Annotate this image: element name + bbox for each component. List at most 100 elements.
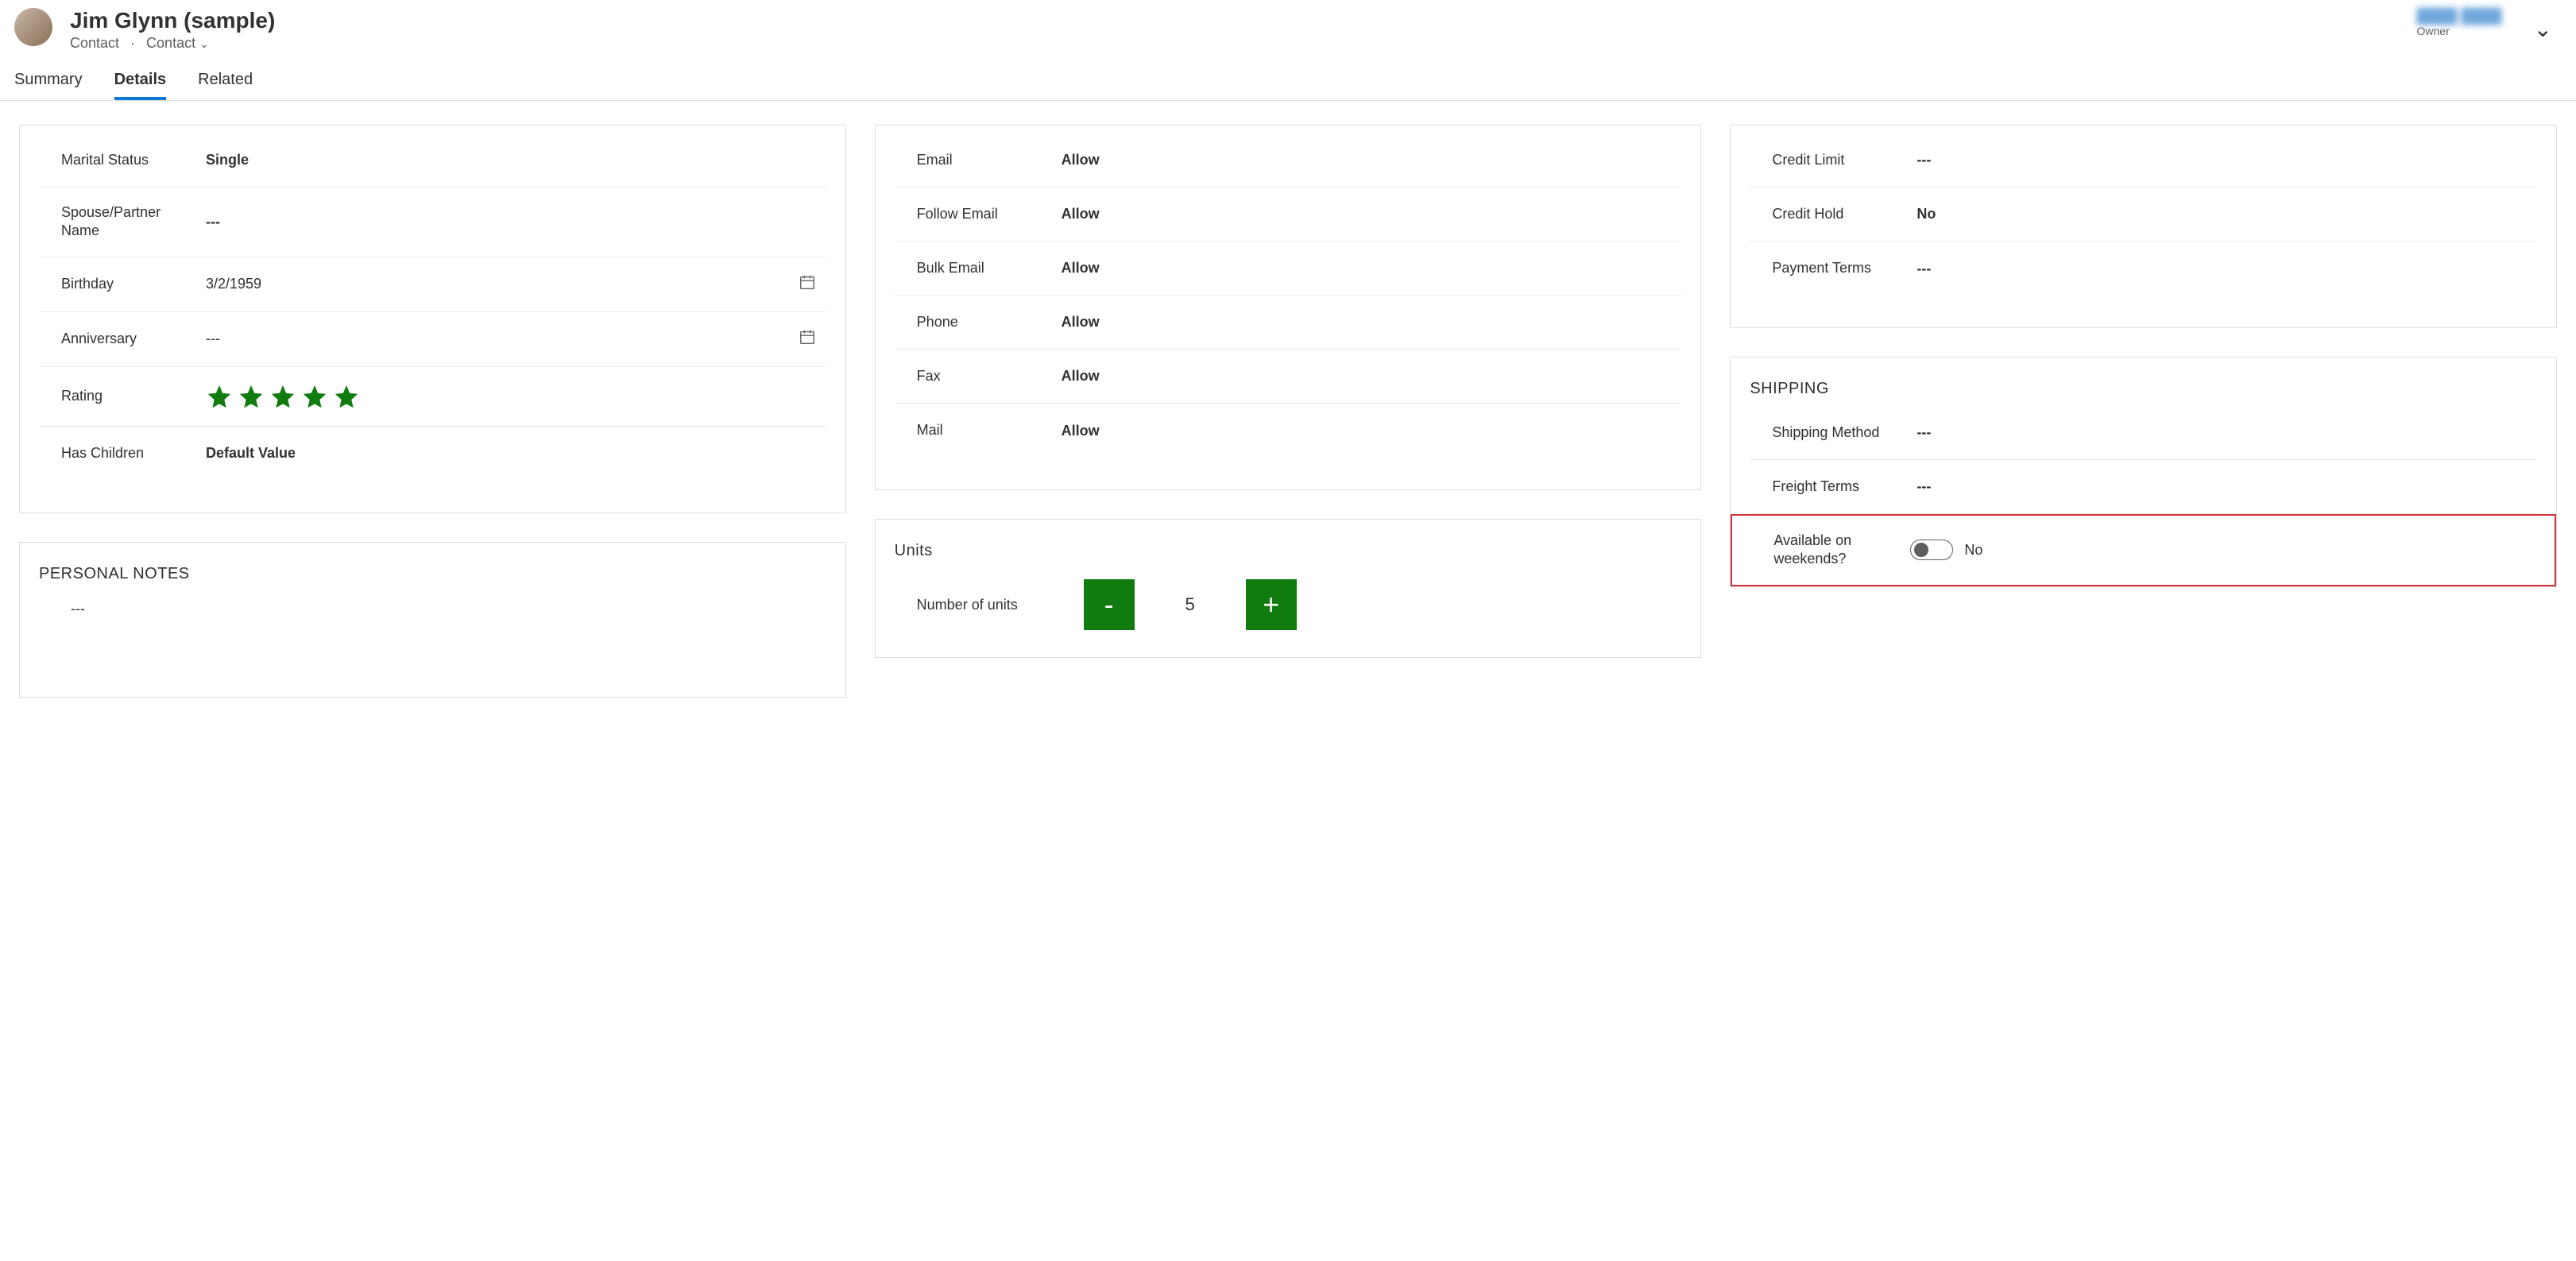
fax-label: Fax — [895, 367, 1054, 385]
form-selector[interactable]: Contact ⌄ — [146, 35, 209, 52]
units-increment-button[interactable]: + — [1246, 579, 1297, 630]
has-children-label: Has Children — [39, 444, 198, 462]
toggle-knob — [1914, 543, 1928, 557]
row-payment-terms[interactable]: Payment Terms --- — [1750, 242, 2537, 296]
units-stepper: - 5 + — [1084, 579, 1297, 630]
credit-limit-label: Credit Limit — [1750, 151, 1909, 169]
email-label: Email — [895, 151, 1054, 169]
row-fax[interactable]: Fax Allow — [895, 350, 1682, 404]
freight-terms-value: --- — [1909, 478, 2537, 495]
units-card: Units Number of units - 5 + — [875, 519, 1702, 658]
anniversary-label: Anniversary — [39, 330, 198, 348]
row-spouse[interactable]: Spouse/Partner Name --- — [39, 188, 826, 257]
personal-notes-card: PERSONAL NOTES --- — [19, 542, 846, 698]
row-has-children[interactable]: Has Children Default Value — [39, 427, 826, 481]
owner-label: Owner — [2417, 25, 2502, 37]
billing-card: Credit Limit --- Credit Hold No Payment … — [1730, 125, 2557, 328]
row-bulk-email[interactable]: Bulk Email Allow — [895, 242, 1682, 296]
credit-hold-value: No — [1909, 206, 2537, 222]
anniversary-value: --- — [198, 331, 788, 347]
row-phone[interactable]: Phone Allow — [895, 296, 1682, 350]
highlighted-row: Available on weekends? No — [1731, 514, 2556, 586]
owner-name-redacted: ████ ████ — [2417, 8, 2502, 25]
tab-related[interactable]: Related — [198, 71, 253, 100]
shipping-method-label: Shipping Method — [1750, 424, 1909, 442]
row-follow-email[interactable]: Follow Email Allow — [895, 188, 1682, 242]
weekends-label: Available on weekends? — [1751, 532, 1910, 569]
bulk-email-value: Allow — [1054, 260, 1682, 277]
birthday-value: 3/2/1959 — [198, 276, 788, 292]
tab-details[interactable]: Details — [114, 71, 167, 100]
star-icon[interactable] — [238, 383, 265, 410]
units-label: Number of units — [917, 597, 1084, 613]
follow-email-label: Follow Email — [895, 205, 1054, 223]
credit-hold-label: Credit Hold — [1750, 205, 1909, 223]
has-children-value: Default Value — [198, 445, 826, 462]
row-email[interactable]: Email Allow — [895, 133, 1682, 188]
credit-limit-value: --- — [1909, 152, 2537, 168]
entity-name: Contact — [70, 35, 119, 52]
row-available-weekends[interactable]: Available on weekends? No — [1751, 516, 2535, 585]
rating-label: Rating — [39, 387, 198, 405]
payment-terms-value: --- — [1909, 261, 2537, 277]
shipping-card: SHIPPING Shipping Method --- Freight Ter… — [1730, 357, 2557, 587]
column-2: Email Allow Follow Email Allow Bulk Emai… — [875, 125, 1702, 658]
row-credit-limit[interactable]: Credit Limit --- — [1750, 133, 2537, 188]
mail-value: Allow — [1054, 423, 1682, 439]
rating-stars[interactable] — [198, 383, 826, 410]
phone-value: Allow — [1054, 314, 1682, 331]
email-value: Allow — [1054, 152, 1682, 168]
column-1: Marital Status Single Spouse/Partner Nam… — [19, 125, 846, 698]
marital-status-value: Single — [198, 152, 826, 168]
tab-summary[interactable]: Summary — [14, 71, 83, 100]
freight-terms-label: Freight Terms — [1750, 478, 1909, 496]
toggle-track[interactable] — [1910, 540, 1953, 560]
spouse-value: --- — [198, 214, 826, 230]
row-anniversary[interactable]: Anniversary --- — [39, 312, 826, 367]
weekends-toggle[interactable]: No — [1910, 540, 1982, 560]
page-header: Jim Glynn (sample) Contact · Contact ⌄ █… — [0, 0, 2576, 52]
row-credit-hold[interactable]: Credit Hold No — [1750, 188, 2537, 242]
column-3: Credit Limit --- Credit Hold No Payment … — [1730, 125, 2557, 587]
row-shipping-method[interactable]: Shipping Method --- — [1750, 406, 2537, 460]
avatar[interactable] — [14, 8, 52, 46]
spouse-label: Spouse/Partner Name — [39, 203, 198, 241]
record-title: Jim Glynn (sample) — [70, 8, 2417, 33]
calendar-icon[interactable] — [788, 273, 826, 296]
shipping-method-value: --- — [1909, 424, 2537, 441]
title-block: Jim Glynn (sample) Contact · Contact ⌄ — [70, 8, 2417, 52]
payment-terms-label: Payment Terms — [1750, 259, 1909, 277]
row-birthday[interactable]: Birthday 3/2/1959 — [39, 257, 826, 312]
chevron-down-icon: ⌄ — [199, 37, 209, 50]
star-icon[interactable] — [206, 383, 233, 410]
star-icon[interactable] — [301, 383, 328, 410]
marital-status-label: Marital Status — [39, 151, 198, 169]
personal-notes-value[interactable]: --- — [39, 591, 826, 665]
bulk-email-label: Bulk Email — [895, 259, 1054, 277]
separator-dot: · — [130, 35, 135, 52]
form-tabs: Summary Details Related — [0, 52, 2576, 100]
row-marital-status[interactable]: Marital Status Single — [39, 133, 826, 188]
phone-label: Phone — [895, 313, 1054, 331]
personal-notes-heading: PERSONAL NOTES — [39, 565, 826, 583]
units-heading: Units — [895, 542, 1682, 560]
calendar-icon[interactable] — [788, 328, 826, 350]
fax-value: Allow — [1054, 368, 1682, 385]
personal-card: Marital Status Single Spouse/Partner Nam… — [19, 125, 846, 513]
star-icon[interactable] — [333, 383, 360, 410]
units-decrement-button[interactable]: - — [1084, 579, 1135, 630]
star-icon[interactable] — [269, 383, 296, 410]
owner-block[interactable]: ████ ████ Owner — [2417, 8, 2502, 37]
birthday-label: Birthday — [39, 275, 198, 293]
mail-label: Mail — [895, 421, 1054, 439]
row-rating[interactable]: Rating — [39, 367, 826, 427]
header-expand-chevron[interactable]: ⌄ — [2534, 8, 2552, 42]
units-value[interactable]: 5 — [1135, 594, 1246, 615]
follow-email-value: Allow — [1054, 206, 1682, 222]
contact-prefs-card: Email Allow Follow Email Allow Bulk Emai… — [875, 125, 1702, 490]
weekends-value: No — [1964, 542, 1982, 559]
row-freight-terms[interactable]: Freight Terms --- — [1750, 460, 2537, 514]
form-body: Marital Status Single Spouse/Partner Nam… — [0, 101, 2576, 729]
row-mail[interactable]: Mail Allow — [895, 404, 1682, 458]
shipping-heading: SHIPPING — [1750, 380, 2537, 398]
